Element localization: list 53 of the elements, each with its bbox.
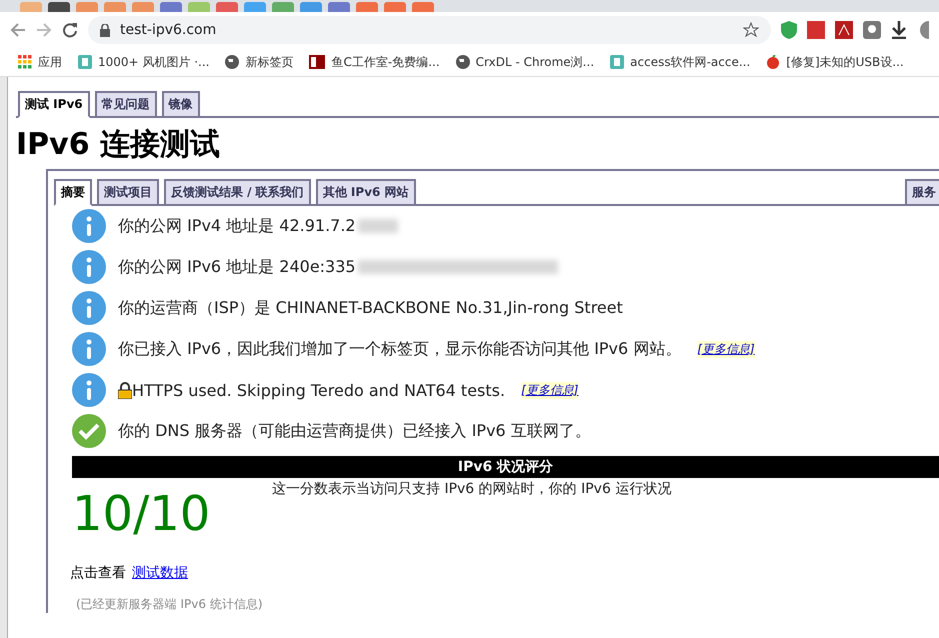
reload-icon[interactable] (62, 22, 78, 38)
site-tab[interactable]: 常见问题 (94, 91, 157, 118)
star-icon[interactable] (743, 22, 759, 38)
info-icon (72, 291, 106, 325)
lock-icon (100, 24, 110, 36)
address-bar[interactable]: test-ipv6.com (88, 16, 771, 44)
section-tab[interactable]: 测试项目 (97, 179, 159, 206)
page-icon (610, 55, 624, 69)
bookmark-item[interactable]: access软件网-acce... (610, 54, 750, 70)
status-message: 你的公网 IPv4 地址是 42.91.7.2 (118, 216, 356, 236)
apps-grid-icon (18, 55, 32, 69)
bookmark-item[interactable]: 鱼C工作室-免费编... (309, 54, 440, 70)
globe-icon (456, 55, 470, 69)
page-icon (78, 55, 92, 69)
shield-icon[interactable] (781, 21, 797, 39)
back-arrow-icon[interactable] (10, 22, 26, 38)
details-label: 点击查看 (70, 564, 126, 582)
section-tab[interactable]: 服务 (905, 179, 939, 206)
status-message: HTTPS used. Skipping Teredo and NAT64 tests. (132, 380, 506, 400)
site-tab[interactable]: 镜像 (162, 91, 200, 118)
score-description: 这一分数表示当访问只支持 IPv6 的网站时，你的 IPv6 运行状况 (272, 480, 672, 499)
url-text: test-ipv6.com (120, 22, 218, 38)
check-icon (72, 414, 106, 448)
page-heading: IPv6 连接测试 (16, 126, 222, 164)
info-icon (72, 332, 106, 366)
apple-icon (766, 55, 780, 69)
status-message: 你的运营商（ISP）是 CHINANET-BACKBONE No.31,Jin-rong Street (118, 298, 623, 318)
bookmark-item[interactable]: [修复]未知的USB设... (766, 54, 904, 70)
status-message: 你的公网 IPv6 地址是 240e:335 (118, 256, 356, 278)
score-value: 10/10 (72, 485, 212, 542)
status-message: 你已接入 IPv6，因此我们增加了一个标签页，显示你能否访问其他 IPv6 网站。 (118, 338, 682, 360)
bookmark-item[interactable]: 新标签页 (225, 54, 294, 70)
site-tab[interactable]: 测试 IPv6 (18, 91, 90, 118)
info-icon (72, 209, 106, 243)
section-tab[interactable]: 摘要 (54, 179, 92, 206)
bookmark-item[interactable]: CrxDL - Chrome浏... (456, 54, 594, 70)
download-icon[interactable] (891, 21, 907, 39)
test-data-link[interactable]: 测试数据 (132, 564, 188, 582)
pdf-icon[interactable] (835, 21, 853, 39)
info-icon (72, 250, 106, 284)
profile-square-icon[interactable] (863, 21, 881, 39)
section-tab[interactable]: 反馈测试结果 / 联系我们 (164, 179, 311, 206)
more-info-link[interactable]: [更多信息] (697, 340, 755, 358)
status-message: 你的 DNS 服务器（可能由运营商提供）已经接入 IPv6 互联网了。 (118, 420, 591, 442)
bookmark-item[interactable]: 1000+ 风机图片 ·... (78, 54, 210, 70)
section-tab[interactable]: 其他 IPv6 网站 (316, 179, 416, 206)
more-info-link[interactable]: [更多信息] (521, 382, 578, 398)
bookmark-item[interactable]: 应用 (18, 54, 62, 70)
stats-note: (已经更新服务器端 IPv6 统计信息) (76, 596, 264, 613)
globe-icon (225, 55, 240, 69)
info-icon (72, 373, 106, 407)
score-header: IPv6 状况评分 (72, 456, 939, 478)
fc-logo-icon (309, 55, 326, 69)
